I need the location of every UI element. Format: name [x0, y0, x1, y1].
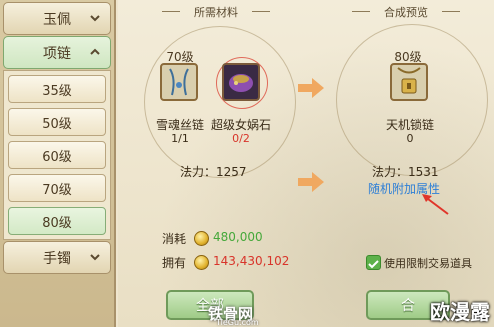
material-item-slot[interactable] — [160, 63, 198, 101]
level-item-80[interactable]: 80级 — [8, 207, 106, 235]
consume-value: 480,000 — [213, 230, 263, 244]
material-name: 超级女娲石 — [210, 118, 271, 132]
category-jade-pendant[interactable]: 玉佩 — [3, 2, 111, 35]
chevron-down-icon — [90, 15, 100, 22]
gemstone-icon — [229, 74, 253, 92]
button-label: 合 — [401, 298, 415, 314]
material-item-slot[interactable] — [222, 63, 260, 101]
equipment-category-sidebar: 玉佩 项链 35级 50级 60级 70级 80级 手镯 — [0, 0, 116, 327]
preview-item-slot[interactable] — [390, 63, 428, 101]
chevron-down-icon — [90, 254, 100, 261]
level-item-70[interactable]: 70级 — [8, 174, 106, 202]
category-necklace[interactable]: 项链 — [3, 36, 111, 69]
own-label: 拥有 — [162, 256, 187, 270]
necklace-level-list: 35级 50级 60级 70级 80级 — [3, 70, 111, 240]
lock-pendant-icon — [397, 67, 421, 94]
checkmark-icon — [368, 260, 379, 269]
brand-watermark: 欧漫露 — [430, 300, 490, 324]
arrow-right-icon — [298, 78, 324, 98]
level-item-50[interactable]: 50级 — [8, 108, 106, 136]
arrow-right-icon — [298, 172, 324, 192]
preview-count: 0 — [406, 132, 414, 145]
category-label: 手镯 — [43, 250, 71, 267]
own-value: 143,430,102 — [213, 254, 290, 268]
preview-title: 合成预览 — [346, 4, 466, 20]
pointer-arrow-icon — [422, 194, 449, 215]
category-bracelet[interactable]: 手镯 — [3, 241, 111, 274]
restricted-items-label: 使用限制交易道具 — [384, 257, 472, 270]
restricted-items-checkbox[interactable] — [366, 255, 381, 270]
preview-power: 法力：1531 — [372, 165, 439, 179]
preview-name: 天机锁链 — [385, 118, 434, 132]
category-label: 玉佩 — [43, 11, 71, 28]
material-count: 0/2 — [232, 132, 250, 145]
chevron-up-icon — [90, 48, 100, 55]
materials-power: 法力：1257 — [180, 165, 247, 179]
level-item-35[interactable]: 35级 — [8, 75, 106, 103]
coin-icon — [194, 255, 209, 270]
level-item-60[interactable]: 60级 — [8, 141, 106, 169]
chain-necklace-icon — [169, 68, 189, 96]
category-label: 项链 — [43, 45, 71, 62]
materials-title: 所需材料 — [156, 4, 276, 20]
site-watermark-url: TieGu.com — [216, 318, 259, 327]
consume-label: 消耗 — [162, 232, 187, 246]
synthesis-panel: 所需材料 合成预览 70级 雪魂丝链 1/1 超级女娲石 0/2 80级 天机锁… — [118, 0, 494, 327]
coin-icon — [194, 231, 209, 246]
